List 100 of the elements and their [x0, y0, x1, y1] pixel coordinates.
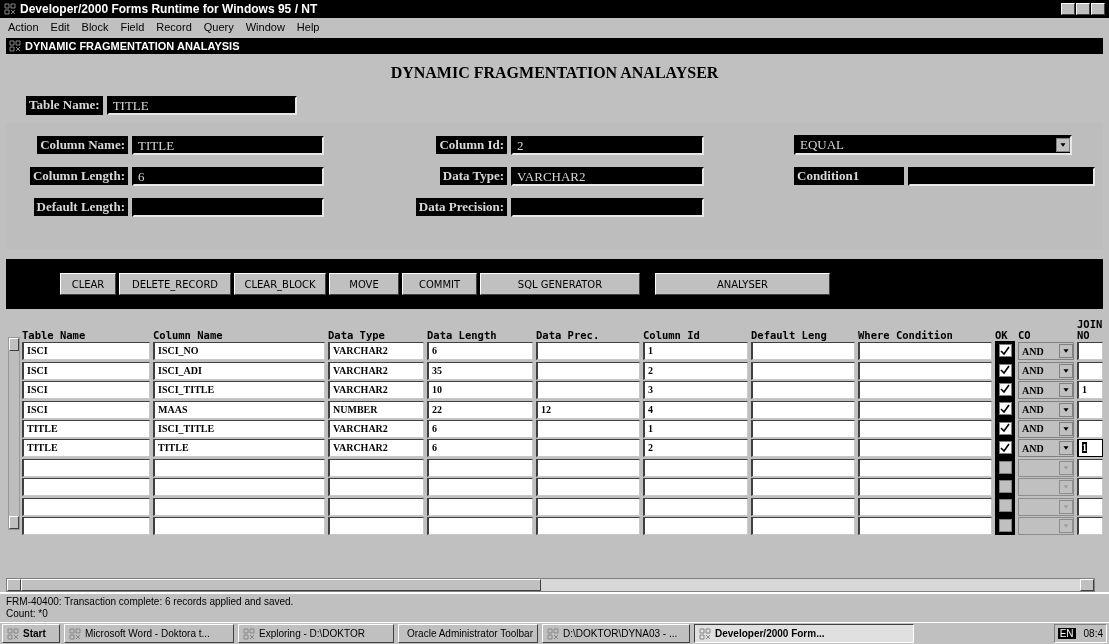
table-cell[interactable] [427, 458, 533, 477]
table-cell[interactable] [536, 419, 640, 438]
table-cell[interactable]: ISCI [22, 381, 150, 400]
table-cell[interactable] [22, 497, 150, 516]
ok-checkbox[interactable] [998, 382, 1012, 396]
table-cell[interactable]: TITLE [22, 419, 150, 438]
table-cell[interactable]: 1 [643, 419, 748, 438]
co-dropdown[interactable]: AND [1018, 342, 1074, 361]
table-cell[interactable] [536, 381, 640, 400]
co-dropdown[interactable]: AND [1018, 400, 1074, 419]
menu-item[interactable]: Record [156, 21, 192, 33]
text-field[interactable] [132, 197, 324, 217]
text-field[interactable]: 2 [511, 135, 705, 155]
table-cell[interactable]: ISCI [22, 400, 150, 419]
table-cell[interactable] [751, 458, 855, 477]
menu-item[interactable]: Query [203, 21, 234, 33]
text-field[interactable]: 6 [132, 166, 324, 186]
table-cell[interactable]: 1 [1077, 439, 1103, 458]
table-cell[interactable]: 12 [536, 400, 640, 419]
ok-checkbox[interactable] [998, 421, 1012, 435]
table-cell[interactable] [153, 458, 325, 477]
table-cell[interactable] [751, 342, 855, 361]
table-cell[interactable]: ISCI_ADI [153, 361, 325, 380]
taskbar-button[interactable]: D:\DOKTOR\DYNA03 - ... [542, 624, 690, 643]
language-indicator[interactable]: EN [1057, 628, 1076, 639]
table-cell[interactable] [751, 497, 855, 516]
table-cell[interactable]: 3 [643, 381, 748, 400]
table-cell[interactable] [153, 478, 325, 497]
menu-item[interactable]: Edit [50, 21, 70, 33]
table-cell[interactable]: VARCHAR2 [328, 419, 424, 438]
ok-checkbox[interactable] [998, 402, 1012, 416]
table-cell[interactable] [643, 478, 748, 497]
table-cell[interactable] [1077, 497, 1103, 516]
table-cell[interactable]: TITLE [22, 439, 150, 458]
table-cell[interactable]: 1 [1077, 381, 1103, 400]
caret-icon[interactable] [1059, 363, 1073, 378]
table-cell[interactable]: 22 [427, 400, 533, 419]
table-cell[interactable]: VARCHAR2 [328, 361, 424, 380]
taskbar-button[interactable]: Exploring - D:\DOKTOR [238, 624, 394, 643]
table-cell[interactable]: 6 [427, 419, 533, 438]
caret-icon[interactable] [1056, 138, 1070, 152]
table-cell[interactable]: 10 [427, 381, 533, 400]
toolbar-button[interactable]: CLEAR [60, 273, 116, 295]
table-cell[interactable] [858, 361, 992, 380]
table-cell[interactable] [858, 342, 992, 361]
table-cell[interactable]: ISCI [22, 361, 150, 380]
table-cell[interactable]: 4 [643, 400, 748, 419]
horizontal-scrollbar[interactable] [6, 578, 1095, 592]
caret-icon[interactable] [1059, 441, 1073, 456]
table-cell[interactable] [858, 478, 992, 497]
table-cell[interactable] [427, 497, 533, 516]
table-cell[interactable] [427, 516, 533, 535]
table-cell[interactable]: 2 [643, 439, 748, 458]
close-button[interactable] [1091, 3, 1105, 15]
table-cell[interactable]: 6 [427, 342, 533, 361]
table-cell[interactable] [536, 342, 640, 361]
table-cell[interactable] [751, 439, 855, 458]
table-cell[interactable] [22, 478, 150, 497]
taskbar-button[interactable]: Developer/2000 Form... [694, 624, 914, 643]
table-cell[interactable] [536, 497, 640, 516]
table-cell[interactable]: MAAS [153, 400, 325, 419]
table-cell[interactable] [643, 516, 748, 535]
table-cell[interactable] [1077, 361, 1103, 380]
toolbar-button[interactable]: ANALYSER [655, 273, 830, 295]
condition-field[interactable] [908, 166, 1095, 186]
table-cell[interactable] [1077, 342, 1103, 361]
table-cell[interactable]: ISCI_NO [153, 342, 325, 361]
table-cell[interactable] [643, 497, 748, 516]
table-cell[interactable] [858, 497, 992, 516]
menu-item[interactable]: Block [81, 21, 109, 33]
table-cell[interactable] [858, 400, 992, 419]
table-cell[interactable] [1077, 478, 1103, 497]
restore-button[interactable] [1076, 3, 1090, 15]
table-cell[interactable] [328, 516, 424, 535]
table-cell[interactable] [536, 516, 640, 535]
table-cell[interactable] [328, 497, 424, 516]
table-cell[interactable]: 2 [643, 361, 748, 380]
co-dropdown[interactable]: AND [1018, 439, 1074, 458]
co-dropdown[interactable]: AND [1018, 381, 1074, 400]
table-cell[interactable] [1077, 400, 1103, 419]
menu-item[interactable]: Action [8, 21, 39, 33]
taskbar-button[interactable]: Oracle Administrator Toolbar [398, 624, 538, 643]
co-dropdown[interactable]: AND [1018, 419, 1074, 438]
table-cell[interactable] [427, 478, 533, 497]
menu-item[interactable]: Field [120, 21, 145, 33]
table-cell[interactable]: VARCHAR2 [328, 439, 424, 458]
table-cell[interactable] [536, 458, 640, 477]
ok-checkbox[interactable] [998, 344, 1012, 358]
table-cell[interactable] [858, 516, 992, 535]
caret-icon[interactable] [1059, 421, 1073, 436]
condition-dropdown[interactable]: EQUAL [794, 135, 1072, 155]
toolbar-button[interactable]: DELETE_RECORD [119, 273, 231, 295]
ok-checkbox[interactable] [998, 441, 1012, 455]
co-dropdown[interactable]: AND [1018, 361, 1074, 380]
table-cell[interactable] [751, 381, 855, 400]
table-cell[interactable]: 6 [427, 439, 533, 458]
minimize-button[interactable] [1061, 3, 1075, 15]
ok-checkbox[interactable] [998, 499, 1012, 513]
table-cell[interactable] [643, 458, 748, 477]
table-cell[interactable] [536, 478, 640, 497]
